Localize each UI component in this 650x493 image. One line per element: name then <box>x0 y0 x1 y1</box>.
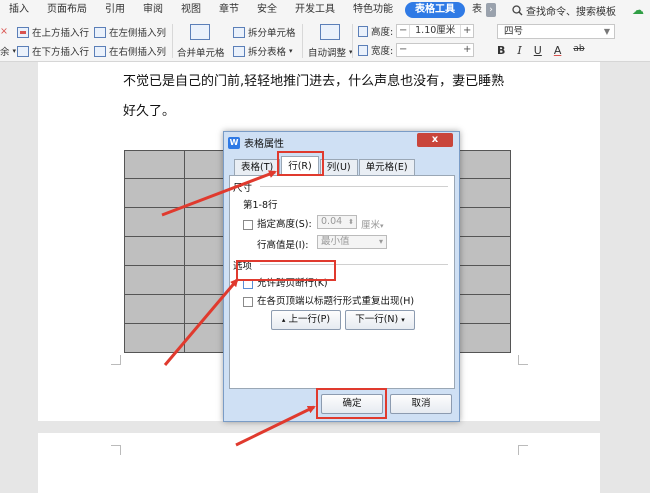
ribbon-divider <box>302 24 303 58</box>
margin-corner-mark <box>111 355 121 365</box>
highlight-allow-break <box>236 260 336 281</box>
next-row-button[interactable]: 下一行(N) ▾ <box>345 310 415 330</box>
cloud-sync-icon[interactable]: ☁ <box>632 3 644 17</box>
margin-corner-mark <box>518 445 528 455</box>
menu-tab-insert[interactable]: 插入 <box>0 0 38 20</box>
italic-button[interactable]: I <box>517 44 521 57</box>
row-tab-panel: 尺寸 第1-8行 指定高度(S): 0.04 ⬍ 厘米▾ 行高值是(I): 最小… <box>229 175 455 389</box>
document-table-left[interactable] <box>124 150 225 353</box>
ribbon-divider <box>172 24 173 58</box>
search-label: 查找命令、搜索模板 <box>526 6 616 18</box>
menu-tab-page-layout[interactable]: 页面布局 <box>38 0 96 20</box>
font-color-button[interactable]: A <box>554 44 562 57</box>
split-cells-button[interactable]: 拆分单元格 <box>233 25 296 39</box>
height-value[interactable]: 1.10厘米 <box>409 25 462 37</box>
auto-fit-icon <box>320 24 340 40</box>
dialog-title: 表格属性 <box>244 139 284 150</box>
height-increase-button[interactable]: + <box>461 25 473 37</box>
margin-corner-mark <box>111 445 121 455</box>
more-tabs-button[interactable]: › <box>486 3 496 17</box>
insert-row-below-button[interactable]: 在下方插入行 <box>17 44 89 58</box>
menu-bar: 插入 页面布局 引用 审阅 视图 章节 安全 开发工具 特色功能 表格工具 表 … <box>0 0 650 20</box>
format-toolbar: B I U A ab <box>497 44 585 57</box>
tab-column[interactable]: 列(U) <box>319 159 358 176</box>
specify-height-box[interactable] <box>243 219 253 230</box>
insert-column-left-button[interactable]: 在左侧插入列 <box>94 25 166 39</box>
menu-tab-view[interactable]: 视图 <box>172 0 210 20</box>
paragraph-line-2[interactable]: 好久了。 <box>123 100 175 119</box>
menu-tab-developer[interactable]: 开发工具 <box>286 0 344 20</box>
menu-tab-table-style[interactable]: 表 <box>468 0 486 20</box>
specify-height-checkbox[interactable]: 指定高度(S): <box>243 216 312 230</box>
height-decrease-button[interactable]: − <box>397 25 409 37</box>
split-table-icon <box>233 45 245 57</box>
chevron-down-icon: ▼ <box>603 27 610 36</box>
repeat-header-checkbox[interactable]: 在各页顶端以标题行形式重复出现(H) <box>243 293 414 307</box>
rows-range-label: 第1-8行 <box>243 200 278 211</box>
group-divider <box>260 186 448 187</box>
menu-tab-features[interactable]: 特色功能 <box>344 0 402 20</box>
arrow-up-icon: ▴ <box>281 316 286 324</box>
column-width-stepper[interactable]: − + <box>396 43 475 57</box>
tab-table[interactable]: 表格(T) <box>234 159 281 176</box>
search-command[interactable]: 查找命令、搜索模板 <box>512 3 616 18</box>
insert-row-above-icon <box>17 26 29 38</box>
insert-column-right-button[interactable]: 在右侧插入列 <box>94 44 166 58</box>
bold-button[interactable]: B <box>497 44 505 57</box>
dialog-title-bar: W 表格属性 <box>228 135 284 150</box>
merge-cells-button[interactable]: 合并单元格 <box>177 45 225 59</box>
ribbon-divider <box>352 24 353 58</box>
menu-tab-table-tools[interactable]: 表格工具 <box>405 2 465 18</box>
row-height-stepper[interactable]: − 1.10厘米 + <box>396 24 475 38</box>
chevron-down-icon: ▾ <box>380 222 384 230</box>
split-table-button[interactable]: 拆分表格 ▾ <box>233 44 293 58</box>
column-width-control: 宽度: − + <box>358 43 475 57</box>
menu-tab-references[interactable]: 引用 <box>96 0 134 20</box>
highlight-button[interactable]: ab <box>573 44 584 57</box>
repeat-header-box[interactable] <box>243 296 253 307</box>
width-decrease-button[interactable]: − <box>397 44 409 56</box>
row-height-control: 高度: − 1.10厘米 + <box>358 24 475 38</box>
delete-menu-fragment[interactable]: × <box>0 26 8 37</box>
chevron-down-icon: ▾ <box>378 237 383 246</box>
stepper-arrows-icon: ⬍ <box>348 218 354 226</box>
insert-row-below-icon <box>17 45 29 57</box>
dialog-tabs: 表格(T) 行(R) 列(U) 单元格(E) <box>234 156 416 176</box>
auto-fit-button[interactable]: 自动调整 ▾ <box>308 45 353 59</box>
row-height-mode-label: 行高值是(I): <box>257 240 309 251</box>
document-table-right[interactable] <box>459 150 511 353</box>
row-height-input[interactable]: 0.04 ⬍ <box>317 215 357 229</box>
ribbon: × 余 ▾ 在上方插入行 在左侧插入列 在下方插入行 在右侧插入列 合并单元格 拆… <box>0 20 650 62</box>
height-unit-select[interactable]: 厘米▾ <box>361 217 384 231</box>
close-button[interactable]: x <box>417 133 453 147</box>
margin-corner-mark <box>518 355 528 365</box>
chevron-down-icon: ▾ <box>289 47 293 55</box>
previous-row-button[interactable]: ▴ 上一行(P) <box>271 310 341 330</box>
menu-tab-section[interactable]: 章节 <box>210 0 248 20</box>
size-group-label: 尺寸 <box>233 183 253 194</box>
underline-button[interactable]: U <box>534 44 542 57</box>
split-cells-icon <box>233 26 245 38</box>
font-size-select[interactable]: 四号 ▼ <box>497 24 615 39</box>
search-icon <box>512 4 523 15</box>
tab-cell[interactable]: 单元格(E) <box>358 159 415 176</box>
cancel-button[interactable]: 取消 <box>390 394 452 414</box>
insert-row-above-button[interactable]: 在上方插入行 <box>17 25 89 39</box>
row-height-icon <box>358 25 368 37</box>
width-increase-button[interactable]: + <box>461 44 473 56</box>
row-height-mode-select[interactable]: 最小值 ▾ <box>317 235 387 249</box>
highlight-ok-button <box>316 388 387 419</box>
menu-tab-security[interactable]: 安全 <box>248 0 286 20</box>
arrow-down-icon: ▾ <box>401 316 405 324</box>
paragraph-line-1[interactable]: 不觉已是自己的门前,轻轻地推门进去，什么声息也没有，妻已睡熟 <box>123 70 504 89</box>
column-width-icon <box>358 44 368 56</box>
wps-writer-icon: W <box>228 136 240 149</box>
merge-cells-icon <box>190 24 210 40</box>
insert-column-right-icon <box>94 45 106 57</box>
menu-tab-review[interactable]: 审阅 <box>134 0 172 20</box>
highlight-row-tab <box>277 151 324 176</box>
document-page-2[interactable] <box>38 433 600 493</box>
insert-column-left-icon <box>94 26 106 38</box>
delete-dropdown-fragment[interactable]: 余 ▾ <box>0 44 16 58</box>
